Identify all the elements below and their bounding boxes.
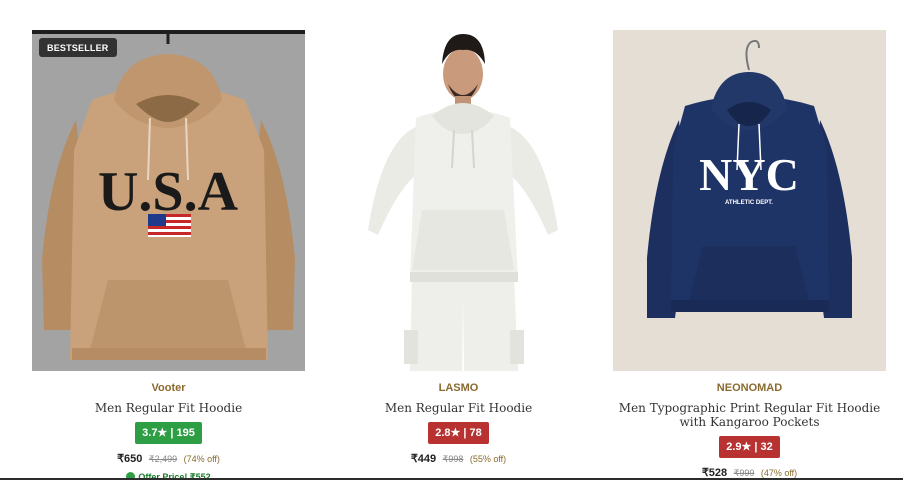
bestseller-badge: BESTSELLER (39, 38, 117, 57)
price-row: ₹449 ₹998 (55% off) (322, 451, 595, 466)
hoodie-subprint-text: ATHLETIC DEPT. (725, 200, 773, 206)
tan-usa-hoodie-image: MI U.S.A (32, 30, 305, 371)
product-card[interactable]: MI U.S.A (32, 30, 305, 480)
product-title[interactable]: Men Regular Fit Hoodie (322, 401, 595, 415)
rating-badge: 3.7★ | 195 (135, 422, 202, 444)
selling-price: ₹650 (117, 453, 143, 465)
product-card[interactable]: LASMO Men Regular Fit Hoodie 2.8★ | 78 ₹… (322, 30, 595, 466)
mrp-price: ₹998 (442, 454, 464, 464)
brand-name: LASMO (438, 382, 479, 394)
rating-badge: 2.8★ | 78 (428, 422, 489, 444)
brand-name: NEONOMAD (716, 382, 783, 394)
product-image[interactable] (322, 30, 595, 371)
hoodie-print-text: NYC (699, 149, 799, 200)
price-row: ₹650 ₹2,499 (74% off) (32, 451, 305, 466)
brand-name: Vooter (151, 382, 186, 394)
product-image[interactable]: NYC ATHLETIC DEPT. (613, 30, 886, 371)
mrp-price: ₹2,499 (148, 454, 178, 464)
product-card[interactable]: NYC ATHLETIC DEPT. NEONOMAD Men Typograp… (613, 30, 886, 480)
product-image[interactable]: MI U.S.A (32, 30, 305, 371)
discount-text: (47% off) (760, 468, 798, 478)
rating-badge: 2.9★ | 32 (719, 436, 780, 458)
white-hoodie-model-image (322, 30, 595, 371)
discount-text: (74% off) (183, 454, 220, 464)
discount-text: (55% off) (469, 454, 507, 464)
navy-nyc-hoodie-image: NYC ATHLETIC DEPT. (613, 30, 886, 371)
product-title[interactable]: Men Typographic Print Regular Fit Hoodie… (613, 401, 886, 429)
hoodie-print-text: U.S.A (98, 161, 239, 223)
product-title[interactable]: Men Regular Fit Hoodie (32, 401, 305, 415)
mrp-price: ₹999 (733, 468, 755, 478)
us-flag-icon (148, 214, 191, 237)
selling-price: ₹449 (410, 453, 437, 465)
